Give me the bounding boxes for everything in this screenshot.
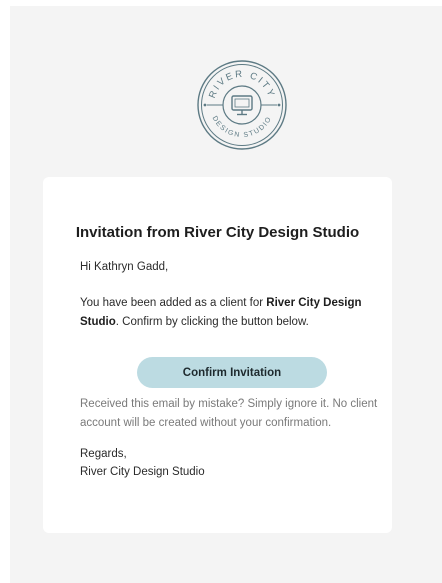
message-after: . Confirm by clicking the button below. bbox=[115, 316, 309, 328]
monitor-icon bbox=[231, 95, 253, 116]
email-background: RIVER CITY DESIGN STUDIO Invitation from… bbox=[10, 6, 442, 583]
mistake-notice: Received this email by mistake? Simply i… bbox=[80, 398, 378, 429]
signature-text: River City Design Studio bbox=[80, 466, 205, 478]
greeting-text: Hi Kathryn Gadd, bbox=[80, 261, 169, 273]
message-text: You have been added as a client for Rive… bbox=[80, 294, 370, 332]
confirm-invitation-button[interactable]: Confirm Invitation bbox=[137, 357, 327, 388]
sign-off: Regards, River City Design Studio bbox=[80, 445, 205, 481]
email-title: Invitation from River City Design Studio bbox=[75, 224, 360, 241]
river-city-logo: RIVER CITY DESIGN STUDIO bbox=[197, 60, 287, 150]
svg-text:DESIGN STUDIO: DESIGN STUDIO bbox=[211, 115, 274, 139]
email-card: Invitation from River City Design Studio… bbox=[43, 177, 392, 533]
message-before: You have been added as a client for bbox=[80, 297, 267, 309]
regards-text: Regards, bbox=[80, 448, 127, 460]
